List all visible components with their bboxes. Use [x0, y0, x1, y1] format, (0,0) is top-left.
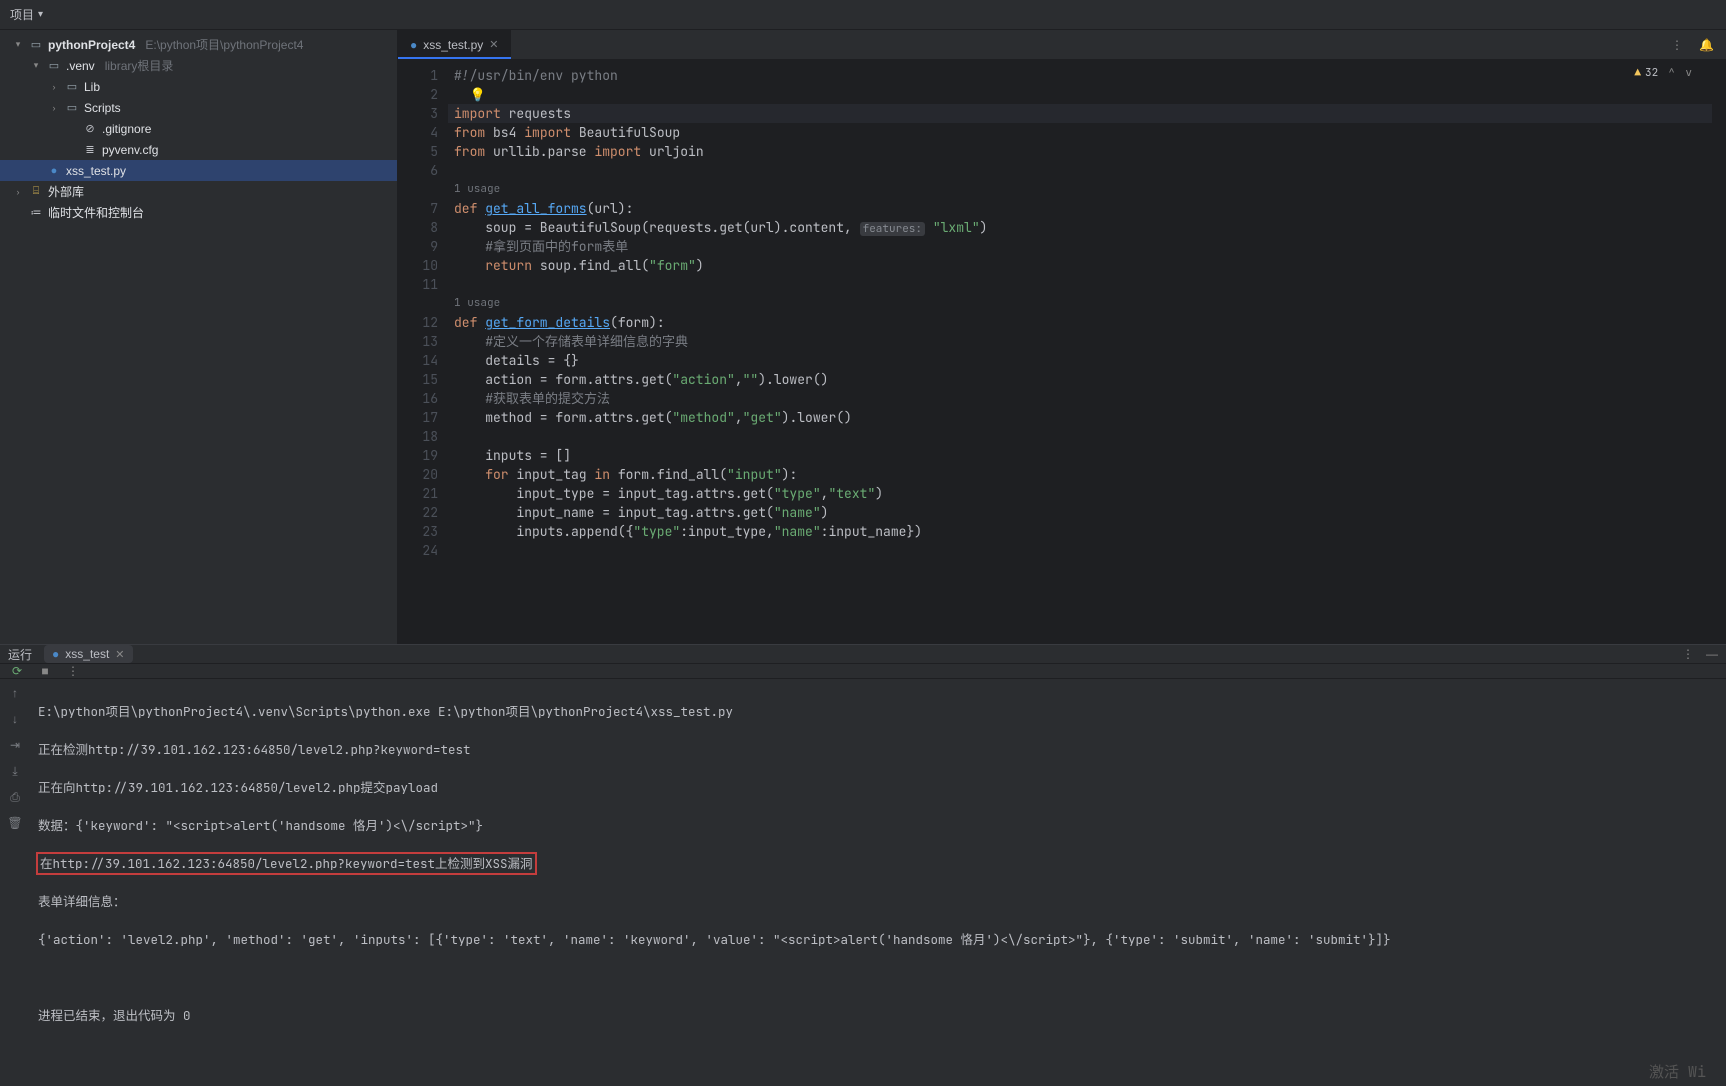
chevron-down-icon: ▾	[12, 39, 24, 50]
editor-tabs: ● xss_test.py ✕ ⋮ 🔔	[398, 30, 1726, 60]
tab-xss-test[interactable]: ● xss_test.py ✕	[398, 30, 511, 59]
run-label: 运行	[8, 646, 32, 663]
tree-label: 外部库	[48, 183, 84, 200]
chevron-right-icon: ›	[48, 82, 60, 92]
gutter: 1 2 3 4 5 6 7 8 9 10 11 12 13 14 15 16 1…	[398, 60, 448, 644]
notifications-icon[interactable]: 🔔	[1699, 38, 1714, 52]
console-line: 正在检测http://39.101.162.123:64850/level2.p…	[38, 740, 1718, 759]
python-icon: ●	[46, 165, 62, 177]
run-tab-name: xss_test	[65, 647, 109, 661]
tree-label: .gitignore	[102, 122, 151, 136]
rerun-button[interactable]: ⟳	[8, 664, 26, 678]
tree-gitignore[interactable]: ⊘ .gitignore	[0, 118, 397, 139]
more-icon[interactable]: ⋮	[64, 664, 82, 678]
tree-path: E:\python项目\pythonProject4	[145, 36, 303, 53]
tree-label: .venv	[66, 59, 95, 73]
watermark: 激活 Wi	[1649, 1063, 1706, 1082]
print-icon[interactable]: ⎙	[10, 787, 20, 807]
more-icon[interactable]: ⋮	[1671, 38, 1683, 52]
editor-area: ● xss_test.py ✕ ⋮ 🔔 1 2 3 4 5 6 7 8 9 1	[398, 30, 1726, 644]
library-icon: ⌸	[28, 185, 44, 198]
nav-arrows[interactable]: ^ v	[1668, 66, 1694, 80]
top-bar: 项目 ▾	[0, 0, 1726, 30]
code-content[interactable]: ▲ 32 ^ v #!/usr/bin/env python 💡 import …	[448, 60, 1712, 644]
scratches-icon: ≔	[28, 206, 44, 219]
console-line	[38, 968, 1718, 987]
warning-icon: ▲	[1634, 66, 1641, 80]
tab-bar-actions: ⋮ 🔔	[1671, 30, 1726, 59]
tree-root[interactable]: ▾ ▭ pythonProject4 E:\python项目\pythonPro…	[0, 34, 397, 55]
folder-icon: ▭	[64, 101, 80, 114]
tree-label: Scripts	[84, 101, 121, 115]
tree-pyvenv[interactable]: ≣ pyvenv.cfg	[0, 139, 397, 160]
tree-label: pythonProject4	[48, 38, 135, 52]
chevron-right-icon: ›	[12, 187, 24, 197]
tab-label: xss_test.py	[423, 38, 483, 52]
chevron-down-icon: ▾	[38, 9, 43, 20]
tree-external-libs[interactable]: › ⌸ 外部库	[0, 181, 397, 202]
tree-label: pyvenv.cfg	[102, 143, 158, 157]
code-editor[interactable]: 1 2 3 4 5 6 7 8 9 10 11 12 13 14 15 16 1…	[398, 60, 1726, 644]
tree-venv[interactable]: ▾ ▭ .venv library根目录	[0, 55, 397, 76]
inspection-badge[interactable]: ▲ 32 ^ v	[1634, 66, 1694, 80]
folder-icon: ▭	[64, 80, 80, 93]
run-tool-window: 运行 ● xss_test ✕ ⋮ — ⟳ ■ ⋮ ↑ ↓ ⇥ ⤓ ⎙ 🗑 E:…	[0, 644, 1726, 912]
project-dropdown[interactable]: 项目 ▾	[0, 0, 53, 29]
project-label: 项目	[10, 6, 34, 23]
file-icon: ≣	[82, 143, 98, 156]
run-tabs: 运行 ● xss_test ✕ ⋮ —	[0, 645, 1726, 664]
trash-icon[interactable]: 🗑	[7, 813, 22, 833]
tree-scratches[interactable]: ≔ 临时文件和控制台	[0, 202, 397, 223]
folder-icon: ▭	[46, 59, 62, 72]
console-side-toolbar: ↑ ↓ ⇥ ⤓ ⎙ 🗑	[0, 679, 30, 1086]
more-icon[interactable]: ⋮	[1682, 647, 1694, 661]
run-body: ↑ ↓ ⇥ ⤓ ⎙ 🗑 E:\python项目\pythonProject4\.…	[0, 679, 1726, 1086]
console-line: E:\python项目\pythonProject4\.venv\Scripts…	[38, 702, 1718, 721]
console-line: {'action': 'level2.php', 'method': 'get'…	[38, 930, 1718, 949]
up-icon[interactable]: ↑	[12, 683, 18, 703]
tree-xss-file[interactable]: ● xss_test.py	[0, 160, 397, 181]
run-tab-chip[interactable]: ● xss_test ✕	[44, 645, 132, 663]
console-line: 表单详细信息：	[38, 892, 1718, 911]
minimize-icon[interactable]: —	[1706, 647, 1718, 661]
tree-lib[interactable]: › ▭ Lib	[0, 76, 397, 97]
tree-hint: library根目录	[105, 57, 174, 74]
python-icon: ●	[410, 38, 417, 52]
chevron-right-icon: ›	[48, 103, 60, 113]
tree-label: 临时文件和控制台	[48, 204, 144, 221]
bulb-icon[interactable]: 💡	[470, 86, 486, 103]
stop-button[interactable]: ■	[36, 664, 54, 678]
console-line: 数据：{'keyword': "<script>alert('handsome …	[38, 816, 1718, 835]
console-line: 正在向http://39.101.162.123:64850/level2.ph…	[38, 778, 1718, 797]
soft-wrap-icon[interactable]: ⇥	[10, 735, 20, 755]
ignore-icon: ⊘	[82, 122, 98, 135]
close-icon[interactable]: ✕	[489, 38, 498, 51]
scrollbar[interactable]	[1712, 60, 1726, 644]
tree-label: Lib	[84, 80, 100, 94]
run-toolbar: ⟳ ■ ⋮	[0, 664, 1726, 679]
tree-scripts[interactable]: › ▭ Scripts	[0, 97, 397, 118]
warning-count: 32	[1645, 66, 1658, 80]
tree-label: xss_test.py	[66, 164, 126, 178]
project-tree: ▾ ▭ pythonProject4 E:\python项目\pythonPro…	[0, 30, 398, 644]
down-icon[interactable]: ↓	[12, 709, 18, 729]
console-line: 进程已结束，退出代码为 0	[38, 1006, 1718, 1025]
folder-icon: ▭	[28, 38, 44, 51]
python-icon: ●	[52, 647, 59, 661]
console-output[interactable]: E:\python项目\pythonProject4\.venv\Scripts…	[30, 679, 1726, 1086]
close-icon[interactable]: ✕	[115, 648, 124, 661]
scroll-to-end-icon[interactable]: ⤓	[12, 761, 17, 781]
main-split: ▾ ▭ pythonProject4 E:\python项目\pythonPro…	[0, 30, 1726, 644]
chevron-down-icon: ▾	[30, 60, 42, 71]
console-highlighted: 在http://39.101.162.123:64850/level2.php?…	[38, 854, 535, 873]
